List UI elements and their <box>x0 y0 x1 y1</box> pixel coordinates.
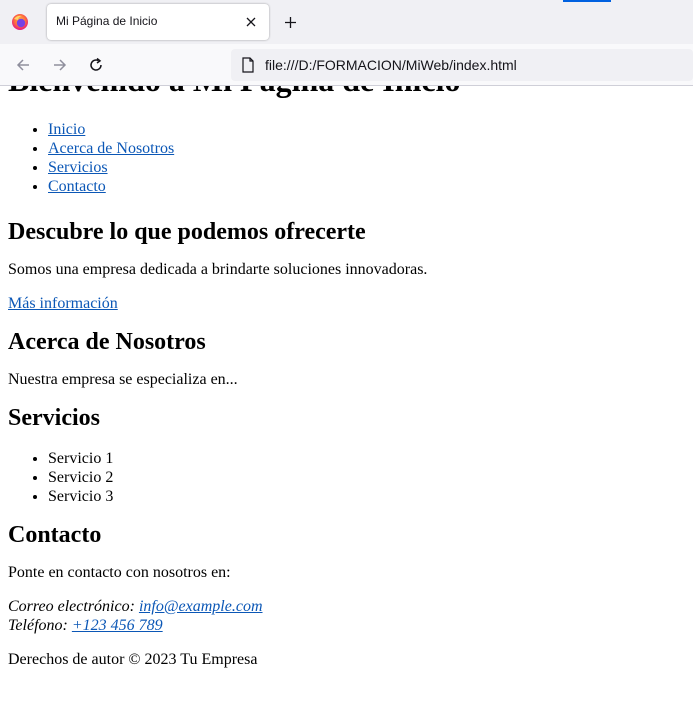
reload-icon[interactable] <box>85 54 107 76</box>
navigation-toolbar: file:///D:/FORMACION/MiWeb/index.html <box>0 44 693 86</box>
firefox-logo-icon[interactable] <box>11 13 29 31</box>
hero-text: Somos una empresa dedicada a brindarte s… <box>8 261 428 278</box>
tab-active[interactable]: Mi Página de Inicio <box>47 4 269 40</box>
list-item: Servicio 2 <box>48 468 688 487</box>
hero-heading: Descubre lo que podemos ofrecerte <box>8 219 366 245</box>
phone-link[interactable]: +123 456 789 <box>72 617 163 634</box>
email-link[interactable]: info@example.com <box>139 598 263 615</box>
footer-text: Derechos de autor © 2023 Tu Empresa <box>8 651 258 668</box>
page-icon <box>242 57 254 73</box>
nav-link-contacto[interactable]: Contacto <box>48 178 106 195</box>
site-nav: Inicio Acerca de Nosotros Servicios Cont… <box>8 120 688 196</box>
forward-arrow-icon[interactable] <box>49 54 71 76</box>
contact-intro: Ponte en contacto con nosotros en: <box>8 564 231 581</box>
about-heading: Acerca de Nosotros <box>8 329 206 355</box>
nav-item-inicio: Inicio <box>48 120 688 139</box>
tab-bar: Mi Página de Inicio <box>0 0 693 44</box>
list-item: Servicio 3 <box>48 487 688 506</box>
nav-link-servicios[interactable]: Servicios <box>48 159 108 176</box>
phone-label: Teléfono: <box>8 617 68 634</box>
list-item: Servicio 1 <box>48 449 688 468</box>
email-label: Correo electrónico: <box>8 598 135 615</box>
tab-title: Mi Página de Inicio <box>56 14 158 28</box>
nav-item-servicios: Servicios <box>48 158 688 177</box>
nav-item-contacto: Contacto <box>48 177 688 196</box>
more-info-link[interactable]: Más información <box>8 295 118 312</box>
nav-link-acerca[interactable]: Acerca de Nosotros <box>48 140 174 157</box>
plus-icon[interactable] <box>280 12 300 32</box>
page-title: Bienvenido a Mi Página de Inicio <box>8 86 688 99</box>
services-heading: Servicios <box>8 405 100 431</box>
page-viewport: Bienvenido a Mi Página de Inicio Inicio … <box>0 86 693 719</box>
url-text[interactable]: file:///D:/FORMACION/MiWeb/index.html <box>265 57 517 73</box>
contact-heading: Contacto <box>8 522 102 548</box>
nav-link-inicio[interactable]: Inicio <box>48 121 85 138</box>
page-content: Bienvenido a Mi Página de Inicio Inicio … <box>8 86 688 669</box>
back-arrow-icon[interactable] <box>12 54 34 76</box>
accent-strip <box>563 0 611 2</box>
about-text: Nuestra empresa se especializa en... <box>8 371 238 388</box>
hero-link-paragraph: Más información <box>8 294 688 313</box>
close-icon[interactable] <box>241 12 261 32</box>
services-list: Servicio 1 Servicio 2 Servicio 3 <box>8 449 688 506</box>
url-bar[interactable]: file:///D:/FORMACION/MiWeb/index.html <box>231 49 693 81</box>
contact-details: Correo electrónico: info@example.com Tel… <box>8 597 688 635</box>
nav-item-acerca: Acerca de Nosotros <box>48 139 688 158</box>
